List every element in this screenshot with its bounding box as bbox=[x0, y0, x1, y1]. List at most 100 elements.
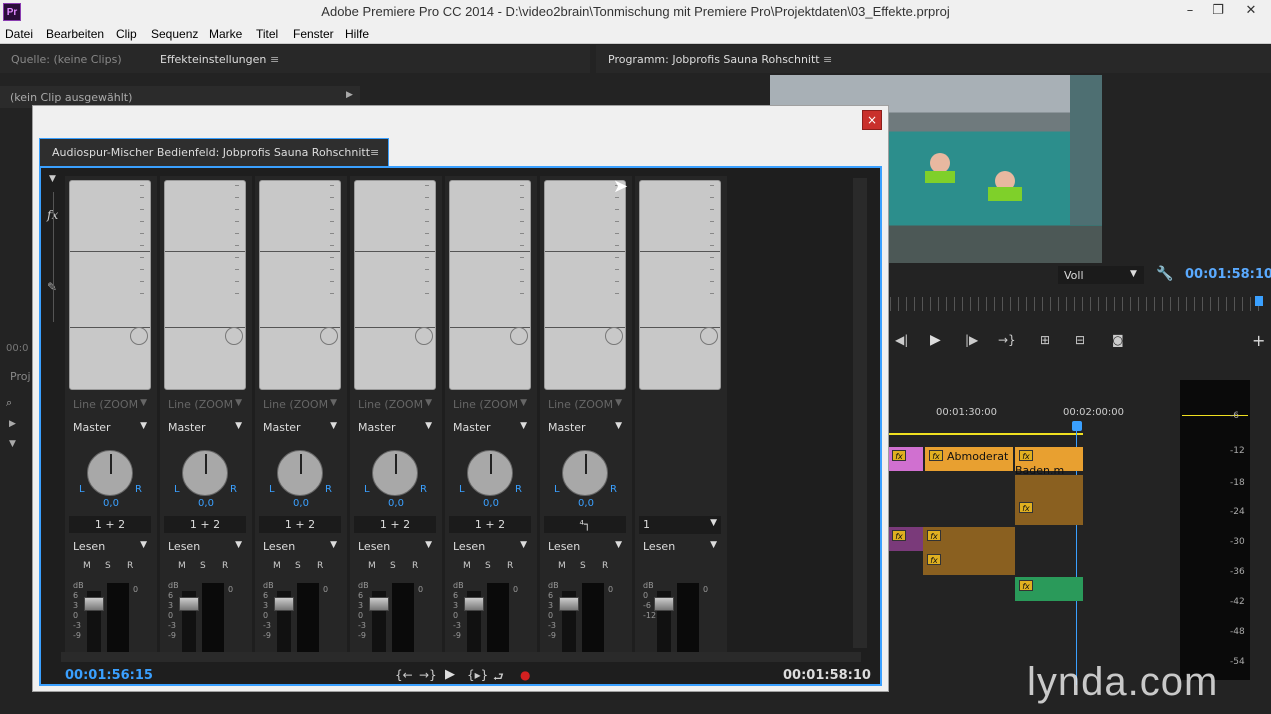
input-dropdown[interactable]: Line (ZOOM ▼ bbox=[354, 396, 436, 414]
solo-button[interactable]: S bbox=[580, 561, 586, 571]
goto-out-icon[interactable]: →} bbox=[998, 333, 1016, 347]
mixer-close-button[interactable]: × bbox=[862, 110, 882, 130]
mute-button[interactable]: M bbox=[368, 561, 376, 571]
mixer-horizontal-scrollbar[interactable] bbox=[61, 652, 861, 662]
volume-fader[interactable] bbox=[559, 597, 579, 611]
record-button[interactable]: R bbox=[222, 561, 228, 571]
tab-audio-mixer[interactable]: Audiospur-Mischer Bedienfeld: Jobprofis … bbox=[39, 138, 389, 166]
pan-value[interactable]: 0,0 bbox=[160, 498, 252, 509]
automation-mode-dropdown[interactable]: Lesen ▼ bbox=[354, 538, 436, 556]
effects-area[interactable] bbox=[164, 180, 246, 390]
channel-routing[interactable]: 1 + 2 bbox=[449, 516, 531, 533]
effects-area[interactable] bbox=[354, 180, 436, 390]
automation-mode-dropdown[interactable]: Lesen ▼ bbox=[259, 538, 341, 556]
mute-button[interactable]: M bbox=[83, 561, 91, 571]
clip-baden-audio[interactable]: fx bbox=[1015, 475, 1083, 525]
output-dropdown[interactable]: Master ▼ bbox=[164, 419, 246, 437]
solo-button[interactable]: S bbox=[105, 561, 111, 571]
clip-audio-1[interactable]: fx bbox=[923, 527, 1015, 551]
lift-icon[interactable]: ⊞ bbox=[1040, 333, 1050, 347]
solo-button[interactable]: S bbox=[485, 561, 491, 571]
input-dropdown[interactable]: Line (ZOOM ▼ bbox=[544, 396, 626, 414]
pan-knob[interactable] bbox=[372, 450, 418, 496]
volume-fader[interactable] bbox=[369, 597, 389, 611]
output-dropdown[interactable]: Master ▼ bbox=[354, 419, 436, 437]
record-button[interactable]: R bbox=[507, 561, 513, 571]
automation-mode-dropdown[interactable]: Lesen ▼ bbox=[449, 538, 531, 556]
expand-arrow-icon[interactable]: ▶ bbox=[346, 90, 353, 100]
volume-fader[interactable] bbox=[464, 597, 484, 611]
master-routing-dropdown[interactable]: 1 ▼ bbox=[639, 516, 721, 534]
menu-bearbeiten[interactable]: Bearbeiten bbox=[46, 27, 104, 41]
panel-menu-icon[interactable]: ≡ bbox=[270, 53, 279, 66]
mute-button[interactable]: M bbox=[273, 561, 281, 571]
output-dropdown[interactable]: Master ▼ bbox=[544, 419, 626, 437]
menu-marke[interactable]: Marke bbox=[209, 27, 242, 41]
mute-button[interactable]: M bbox=[558, 561, 566, 571]
automation-mode-dropdown[interactable]: Lesen ▼ bbox=[69, 538, 151, 556]
tab-effect-controls[interactable]: Effekteinstellungen bbox=[160, 53, 266, 66]
master-volume-fader[interactable] bbox=[654, 597, 674, 611]
channel-routing-icon[interactable]: ⁴┐ bbox=[544, 516, 626, 533]
effects-area[interactable] bbox=[259, 180, 341, 390]
pan-knob[interactable] bbox=[87, 450, 133, 496]
step-forward-icon[interactable]: |▶ bbox=[965, 333, 978, 347]
pan-value[interactable]: 0,0 bbox=[445, 498, 537, 509]
program-panel-menu-icon[interactable]: ≡ bbox=[823, 53, 832, 66]
goto-out-icon[interactable]: →} bbox=[419, 668, 437, 682]
menu-fenster[interactable]: Fenster bbox=[293, 27, 334, 41]
input-dropdown[interactable]: Line (ZOOM ▼ bbox=[449, 396, 531, 414]
close-icon[interactable]: ✕ bbox=[1236, 0, 1266, 24]
expand-folder-icon[interactable]: ▶ bbox=[9, 419, 16, 429]
master-effects-area[interactable] bbox=[639, 180, 721, 390]
pan-knob[interactable] bbox=[182, 450, 228, 496]
playhead-marker[interactable] bbox=[1255, 296, 1263, 306]
clip-pink[interactable]: fx bbox=[888, 447, 923, 471]
camera-icon[interactable]: ◙ bbox=[1112, 333, 1124, 347]
tab-program[interactable]: Programm: Jobprofis Sauna Rohschnitt bbox=[608, 53, 820, 66]
channel-routing[interactable]: 1 + 2 bbox=[354, 516, 436, 533]
playhead-handle[interactable] bbox=[1072, 421, 1082, 431]
minimize-icon[interactable]: – bbox=[1175, 0, 1205, 24]
pan-value[interactable]: 0,0 bbox=[540, 498, 632, 509]
output-dropdown[interactable]: Master ▼ bbox=[259, 419, 341, 437]
extract-icon[interactable]: ⊟ bbox=[1075, 333, 1085, 347]
volume-fader[interactable] bbox=[179, 597, 199, 611]
pan-knob[interactable] bbox=[467, 450, 513, 496]
tab-source[interactable]: Quelle: (keine Clips) bbox=[11, 53, 122, 66]
record-button[interactable]: R bbox=[412, 561, 418, 571]
pan-value[interactable]: 0,0 bbox=[255, 498, 347, 509]
program-time-ruler[interactable] bbox=[890, 297, 1265, 311]
channel-routing[interactable]: 1 + 2 bbox=[69, 516, 151, 533]
output-dropdown[interactable]: Master ▼ bbox=[449, 419, 531, 437]
menu-datei[interactable]: Datei bbox=[5, 27, 33, 41]
collapse-folder-icon[interactable]: ▼ bbox=[9, 439, 16, 449]
clip-green-audio[interactable]: fx bbox=[1015, 577, 1083, 601]
automation-mode-dropdown[interactable]: Lesen ▼ bbox=[164, 538, 246, 556]
record-button[interactable]: R bbox=[317, 561, 323, 571]
pan-value[interactable]: 0,0 bbox=[65, 498, 157, 509]
collapse-triangle-icon[interactable]: ▼ bbox=[49, 174, 56, 184]
pan-value[interactable]: 0,0 bbox=[350, 498, 442, 509]
master-automation-dropdown[interactable]: Lesen ▼ bbox=[639, 538, 721, 556]
goto-in-icon[interactable]: {← bbox=[395, 668, 413, 682]
clip-audio-2[interactable]: fx bbox=[923, 551, 1015, 575]
play-in-to-out-icon[interactable]: {▸} bbox=[467, 668, 488, 682]
wrench-icon[interactable]: 🔧 bbox=[1156, 266, 1173, 282]
record-icon[interactable]: ● bbox=[520, 668, 530, 682]
mute-button[interactable]: M bbox=[178, 561, 186, 571]
menu-clip[interactable]: Clip bbox=[116, 27, 137, 41]
work-area-bar[interactable] bbox=[888, 433, 1083, 435]
pan-knob[interactable] bbox=[562, 450, 608, 496]
menu-hilfe[interactable]: Hilfe bbox=[345, 27, 369, 41]
mixer-scrollbar[interactable] bbox=[853, 178, 867, 648]
volume-fader[interactable] bbox=[274, 597, 294, 611]
search-icon[interactable]: ⌕ bbox=[6, 396, 12, 410]
solo-button[interactable]: S bbox=[295, 561, 301, 571]
solo-button[interactable]: S bbox=[200, 561, 206, 571]
add-button-icon[interactable]: + bbox=[1252, 331, 1265, 350]
output-dropdown[interactable]: Master ▼ bbox=[69, 419, 151, 437]
input-dropdown[interactable]: Line (ZOOM ▼ bbox=[164, 396, 246, 414]
effects-area[interactable] bbox=[544, 180, 626, 390]
effects-area[interactable] bbox=[449, 180, 531, 390]
